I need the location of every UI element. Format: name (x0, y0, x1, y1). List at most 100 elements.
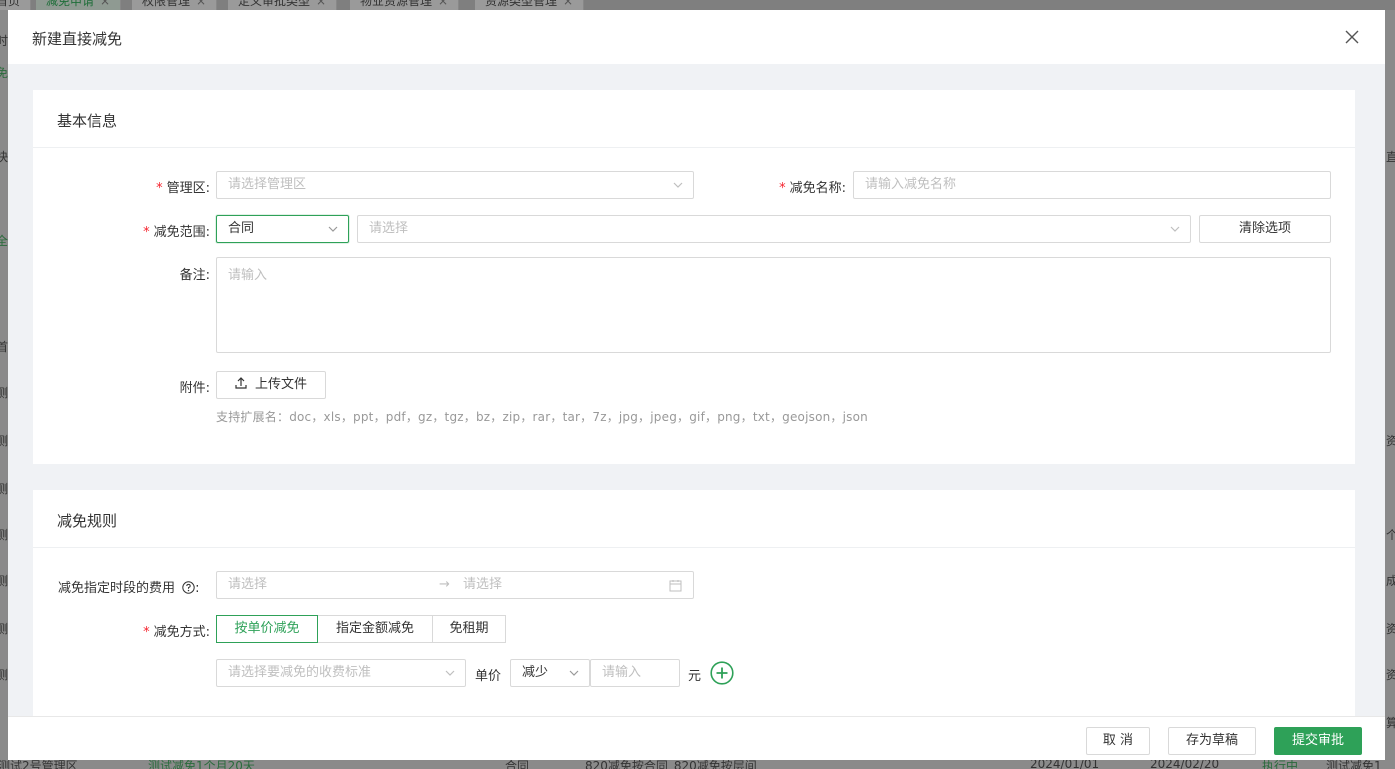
bg-tab-permission: 权限管理 × (132, 0, 218, 10)
bg-tab-label: 权限管理 (142, 0, 191, 8)
upload-file-button[interactable]: 上传文件 (216, 371, 326, 399)
reduce-value: 减少 (522, 665, 549, 680)
modal-title: 新建直接减免 (32, 30, 123, 48)
scope-value: 合同 (228, 221, 255, 236)
remark-placeholder: 请输入 (228, 268, 268, 283)
remark-textarea[interactable]: 请输入 (216, 257, 1331, 353)
bg-fragment: 820减免按合同_820减免按层间 (585, 760, 757, 769)
add-rule-plus-icon[interactable] (710, 661, 734, 685)
bg-fragment: 测 (0, 622, 8, 636)
calendar-icon (669, 580, 682, 592)
extension-hint: 支持扩展名：doc，xls，ppt，pdf，gz，tgz，bz，zip，rar，… (216, 410, 868, 424)
background-left-strip: 时 免 快 全 首 测 测 测 测 测 测 测 (0, 10, 8, 769)
background-table-row: 测试2号管理区 测试减免1个月20天 合同 820减免按合同_820减免按层间 … (0, 760, 1395, 769)
bg-tab-label: 减免申请 (46, 0, 95, 8)
mode-label-text: 减免方式: (153, 625, 210, 640)
fee-standard-placeholder: 请选择要减免的收费标准 (228, 665, 372, 680)
bg-fragment: 免 (0, 66, 8, 80)
reduce-direction-select[interactable]: 减少 (510, 659, 590, 687)
period-range-picker[interactable]: 请选择 → 请选择 (216, 571, 694, 599)
close-icon[interactable] (1343, 28, 1361, 46)
amount-input[interactable]: 请输入 (590, 659, 680, 687)
name-label: * 减免名称: (779, 181, 846, 196)
period-label: 减免指定时段的费用 : (58, 577, 200, 596)
bg-fragment: 合同 (505, 760, 530, 769)
period-colon: : (195, 581, 200, 596)
cancel-button[interactable]: 取 消 (1086, 727, 1150, 755)
bg-tab-property-resource: 物业资源管理 × (350, 0, 460, 10)
name-placeholder: 请输入减免名称 (865, 177, 957, 192)
scope-label-text: 减免范围: (153, 225, 210, 240)
chevron-down-icon (1170, 226, 1180, 232)
basic-info-title: 基本信息 (57, 112, 118, 130)
bg-fragment: 2024/01/01 (1030, 760, 1100, 769)
fee-standard-select[interactable]: 请选择要减免的收费标准 (216, 659, 466, 687)
close-icon: × (316, 0, 327, 8)
reduction-rules-card: 减免规则 减免指定时段的费用 : 请选择 → 请选择 * 减免方式: 按单价减免 … (33, 490, 1355, 716)
bg-fragment: 测 (0, 668, 8, 682)
scope-type-select[interactable]: 合同 (216, 215, 349, 243)
bg-fragment: 成 (1386, 574, 1395, 588)
bg-fragment: 个 (1386, 528, 1395, 542)
bg-tab-label: 物业资源管理 (360, 0, 433, 8)
period-label-text: 减免指定时段的费用 (58, 581, 176, 596)
mode-unit-price-tab[interactable]: 按单价减免 (216, 615, 318, 643)
bg-tab-approval-type: 定义审批类型 × (228, 0, 338, 10)
submit-approval-button[interactable]: 提交审批 (1274, 727, 1362, 755)
area-label: * 管理区: (156, 181, 210, 196)
bg-tab-label: 首页 (0, 0, 21, 8)
bg-fragment: 测 (0, 482, 8, 496)
period-start-placeholder: 请选择 (228, 577, 268, 592)
mode-fixed-amount-tab[interactable]: 指定金额减免 (317, 615, 433, 643)
bg-fragment: 资 (1386, 668, 1395, 682)
bg-fragment: 测 (0, 434, 8, 448)
close-icon: × (563, 0, 574, 8)
divider (33, 147, 1355, 148)
mode-label: * 减免方式: (143, 625, 210, 640)
bg-fragment: 直 (1386, 150, 1395, 164)
range-arrow-icon: → (439, 577, 450, 592)
bg-tab-label: 定义审批类型 (238, 0, 311, 8)
bg-fragment: 测 (0, 386, 8, 400)
scope-target-placeholder: 请选择 (369, 221, 409, 236)
close-icon: × (196, 0, 207, 8)
currency-label: 元 (688, 669, 702, 684)
clear-options-button[interactable]: 清除选项 (1199, 215, 1331, 243)
attachment-label: 附件: (179, 381, 210, 396)
mode-rent-free-tab[interactable]: 免租期 (432, 615, 506, 643)
area-label-text: 管理区: (166, 181, 210, 196)
bg-fragment: 测 (0, 574, 8, 588)
background-right-strip: 直 资 个 成 资 资 算 (1385, 10, 1395, 769)
close-icon: × (438, 0, 449, 8)
background-tab-bar: 首页 减免申请 × 权限管理 × 定义审批类型 × 物业资源管理 × 资源类型管理 × (0, 0, 1395, 10)
remark-label: 备注: (179, 268, 210, 283)
name-label-text: 减免名称: (789, 181, 846, 196)
unit-price-label: 单价 (475, 669, 502, 684)
chevron-down-icon (328, 226, 338, 232)
reduction-name-input[interactable]: 请输入减免名称 (853, 171, 1331, 199)
bg-tab-home: 首页 (0, 0, 32, 10)
bg-fragment: 全 (0, 234, 8, 248)
bg-fragment: 执行中 (1262, 760, 1299, 769)
chevron-down-icon (569, 670, 579, 676)
modal-header: 新建直接减免 (8, 10, 1385, 64)
rules-title: 减免规则 (57, 512, 118, 530)
save-draft-button[interactable]: 存为草稿 (1168, 727, 1256, 755)
modal-footer: 取 消 存为草稿 提交审批 (8, 716, 1385, 760)
bg-fragment: 算 (1386, 716, 1395, 730)
bg-fragment: 2024/02/20 (1150, 760, 1220, 769)
area-select[interactable]: 请选择管理区 (216, 171, 694, 199)
bg-fragment: 测 (0, 528, 8, 542)
bg-tab-label: 资源类型管理 (485, 0, 558, 8)
scope-target-select[interactable]: 请选择 (357, 215, 1191, 243)
help-icon[interactable] (182, 581, 195, 594)
period-end-placeholder: 请选择 (463, 577, 503, 592)
area-placeholder: 请选择管理区 (228, 177, 307, 192)
bg-fragment: 首 (0, 340, 8, 354)
upload-file-label: 上传文件 (254, 377, 307, 392)
bg-fragment: 资 (1386, 434, 1395, 448)
divider (33, 547, 1355, 548)
amount-placeholder: 请输入 (602, 665, 642, 680)
bg-fragment: 快 (0, 150, 8, 164)
upload-icon (235, 377, 247, 389)
